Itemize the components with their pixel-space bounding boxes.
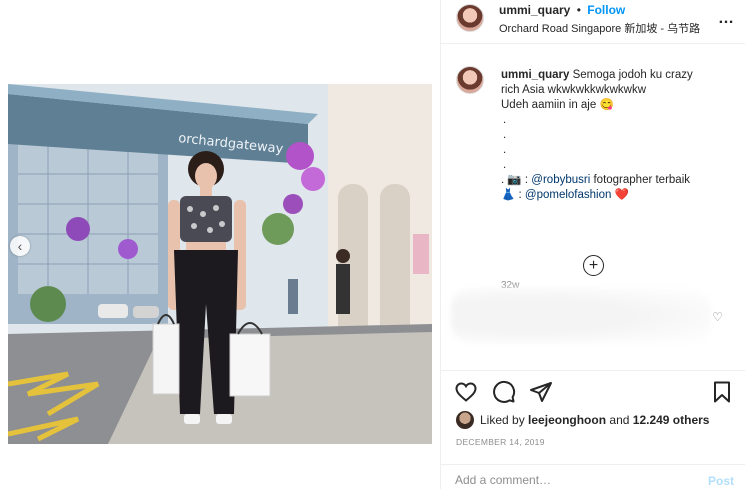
mention-link-photographer[interactable]: @robybusri — [531, 174, 590, 186]
chevron-left-icon: ‹ — [17, 238, 23, 254]
likes-prefix: Liked by — [480, 413, 525, 427]
add-comment-bar: Post — [441, 464, 745, 489]
likes-count-link[interactable]: 12.249 others — [633, 413, 710, 427]
camera-credit-prefix: . 📷 : — [501, 174, 532, 186]
plus-circle-icon: + — [588, 256, 599, 274]
post-date[interactable]: DECEMBER 14, 2019 — [456, 437, 545, 447]
author-line: ummi_quary • Follow — [499, 3, 625, 17]
caption-line-1: Semoga jodoh ku crazy — [572, 69, 693, 81]
liker-avatar[interactable] — [456, 411, 474, 429]
post-header: ummi_quary • Follow Orchard Road Singapo… — [441, 0, 745, 44]
previous-photo-button[interactable]: ‹ — [10, 236, 30, 256]
post-photo-illustration: orchardgateway — [8, 84, 432, 444]
caption-dot-4: . — [503, 159, 507, 171]
post-media-area: orchardgateway ‹ — [0, 0, 440, 489]
follow-button[interactable]: Follow — [587, 3, 625, 17]
caption-author-avatar[interactable] — [456, 66, 484, 94]
location-link[interactable]: Orchard Road Singapore 新加坡 - 乌节路 — [499, 20, 700, 36]
load-more-comments-button[interactable]: + — [583, 255, 604, 276]
dress-credit-prefix: 👗 : — [501, 189, 525, 201]
likes-summary: Liked by leejeonghoon and 12.249 others — [456, 411, 709, 429]
comment-like-heart-icon[interactable]: ♡ — [712, 310, 723, 324]
caption-dot-3: . — [503, 144, 507, 156]
author-avatar[interactable] — [456, 4, 484, 32]
share-icon[interactable] — [529, 380, 553, 404]
more-options-icon[interactable]: … — [718, 10, 734, 28]
comment-input[interactable] — [455, 473, 685, 487]
author-username-link[interactable]: ummi_quary — [499, 3, 570, 17]
photographer-credit-text: fotographer terbaik — [590, 174, 691, 186]
caption-text: ummi_quary Semoga jodoh ku crazy rich As… — [501, 68, 731, 203]
caption-dot-2: . — [503, 129, 507, 141]
mention-link-fashion[interactable]: @pomelofashion — [525, 189, 611, 201]
caption-dot-1: . — [503, 114, 507, 126]
post-comment-button[interactable]: Post — [708, 474, 734, 488]
separator-dot: • — [576, 3, 581, 17]
bookmark-icon[interactable] — [710, 380, 734, 404]
blurred-comment — [451, 288, 711, 343]
heart-icon[interactable] — [454, 380, 478, 404]
action-bar — [441, 370, 745, 410]
red-heart-emoji: ❤️ — [614, 189, 629, 201]
caption-line-3: Udeh aamiin in aje 😋 — [501, 99, 614, 111]
liker-username-link[interactable]: leejeonghoon — [528, 413, 606, 427]
post-details-panel: ummi_quary • Follow Orchard Road Singapo… — [440, 0, 745, 489]
post-photo[interactable]: orchardgateway — [8, 84, 432, 444]
caption-username-link[interactable]: ummi_quary — [501, 69, 569, 81]
caption-line-2: rich Asia wkwkwkkwkwkwkw — [501, 84, 647, 96]
likes-middle: and — [609, 413, 630, 427]
comment-icon[interactable] — [492, 380, 516, 404]
